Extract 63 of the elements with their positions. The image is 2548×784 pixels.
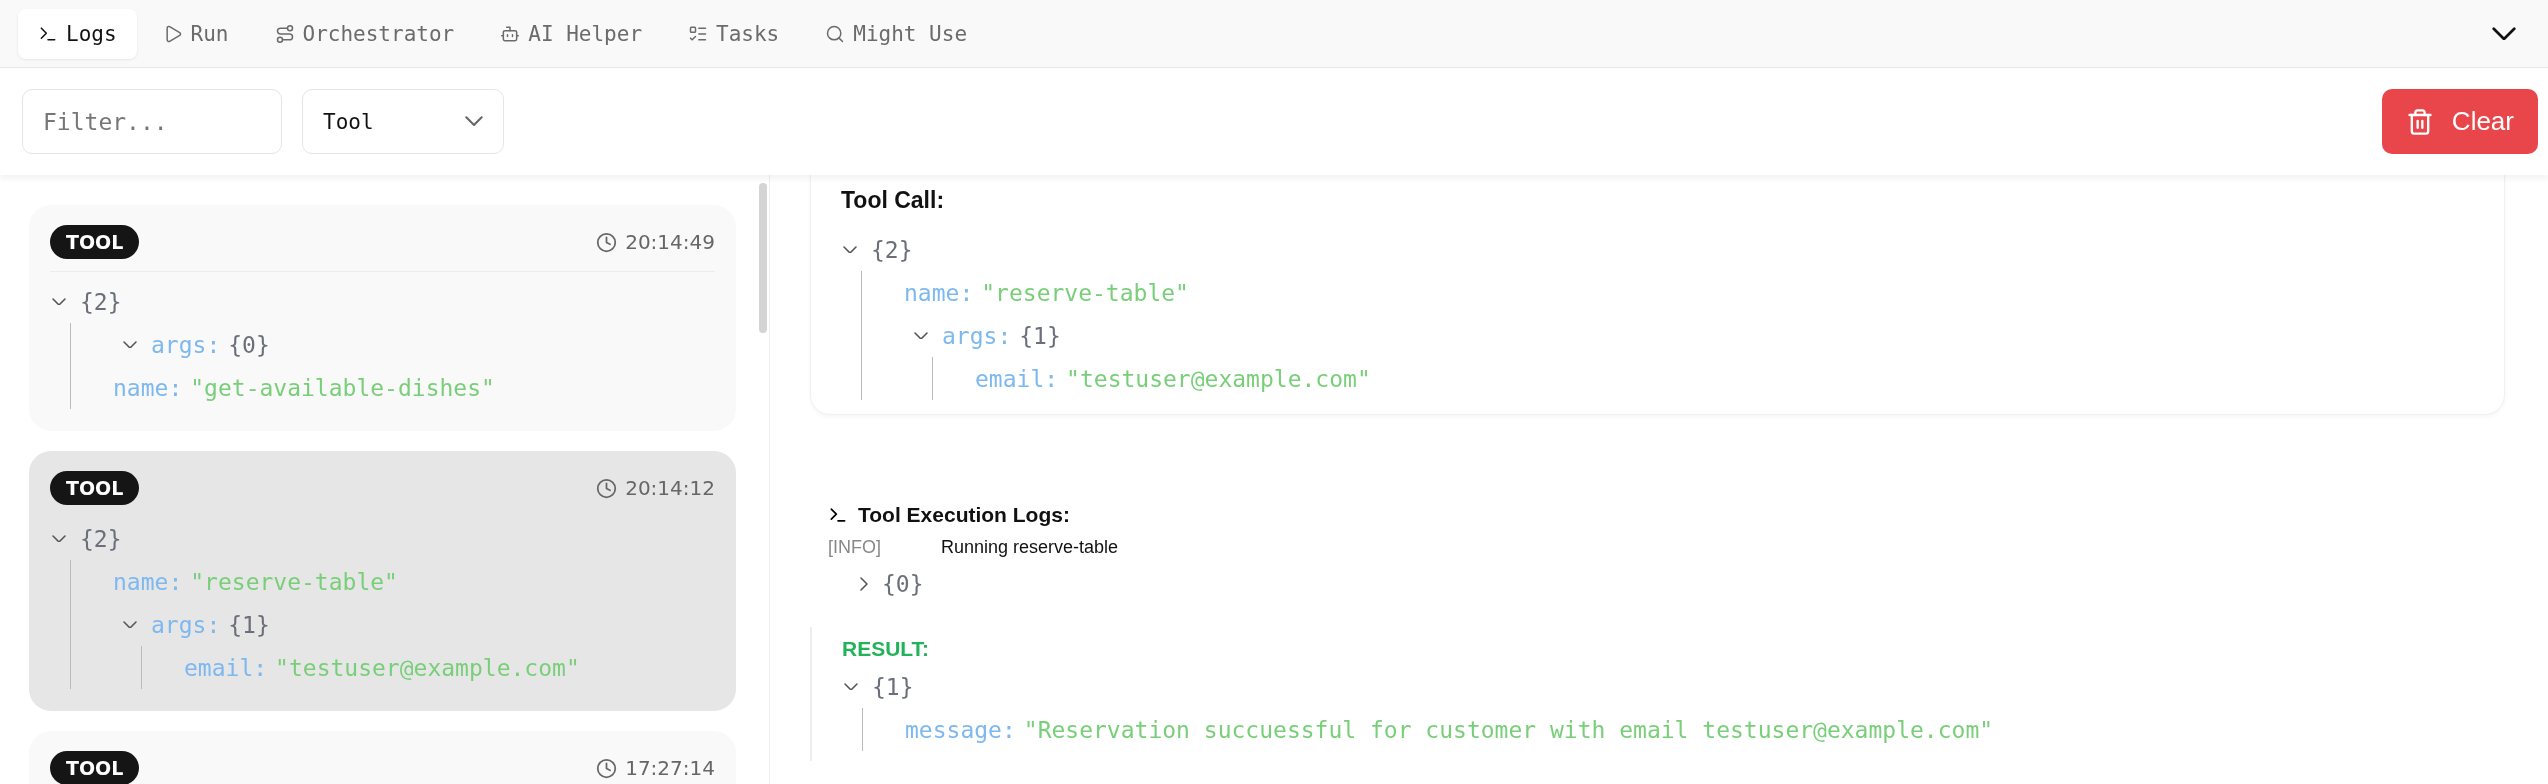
chevron-down-icon[interactable] xyxy=(844,682,858,691)
tab[interactable]: Run xyxy=(142,8,249,59)
json-key: email: xyxy=(184,654,268,681)
json-key: name: xyxy=(113,374,183,401)
chevron-down-icon[interactable] xyxy=(52,534,66,543)
tab[interactable]: AI Helper xyxy=(480,8,663,59)
scrollbar-thumb[interactable] xyxy=(758,183,767,333)
json-key: args: xyxy=(151,611,221,638)
object-count: {1} xyxy=(1019,322,1061,349)
chevron-down-icon xyxy=(465,116,483,127)
tab[interactable]: Logs xyxy=(18,8,137,59)
tab-icon xyxy=(274,23,295,44)
object-count: {1} xyxy=(872,673,914,700)
timestamp: 20:14:12 xyxy=(625,476,715,500)
timestamp: 20:14:49 xyxy=(625,230,715,254)
chevron-right-icon[interactable] xyxy=(860,576,868,591)
log-level: [INFO] xyxy=(828,537,881,558)
type-select[interactable]: Tool xyxy=(302,89,504,154)
clock-icon xyxy=(596,757,618,779)
object-count: {2} xyxy=(871,236,913,263)
clear-button[interactable]: Clear xyxy=(2381,89,2538,154)
chevron-down-icon[interactable] xyxy=(843,245,857,254)
json-string-value: "Reservation succuessful for customer with email testuser@example.com" xyxy=(1023,716,1994,743)
filter-field[interactable]: Filter... xyxy=(22,89,282,154)
json-key: args: xyxy=(942,322,1012,349)
tab[interactable]: Might Use xyxy=(805,8,988,59)
json-key: name: xyxy=(904,279,974,306)
json-key: name: xyxy=(113,568,183,595)
json-string-value: "reserve-table" xyxy=(981,279,1189,306)
log-card[interactable]: TOOL 20:14:12 {2} name: "reserve-table" args: {1} email: "testuser@example.com" xyxy=(29,451,736,711)
timestamp: 17:27:14 xyxy=(625,756,715,780)
log-card[interactable]: TOOL 17:27:14 xyxy=(29,731,736,784)
chevron-down-icon[interactable] xyxy=(52,297,66,306)
chevron-down-icon[interactable] xyxy=(123,340,137,349)
chevron-down-icon[interactable] xyxy=(914,331,928,340)
tool-badge: TOOL xyxy=(50,751,140,784)
object-count: {2} xyxy=(80,525,122,552)
json-key: message: xyxy=(905,716,1016,743)
trash-icon xyxy=(2405,107,2434,136)
section-title: Tool Call: xyxy=(841,186,946,215)
json-string-value: "get-available-dishes" xyxy=(190,374,495,401)
tool-badge: TOOL xyxy=(50,225,140,259)
json-string-value: "testuser@example.com" xyxy=(275,654,580,681)
clock-icon xyxy=(596,477,618,499)
object-count: {0} xyxy=(881,570,924,597)
chevron-down-icon[interactable] xyxy=(123,620,137,629)
json-key: email: xyxy=(975,365,1059,392)
section-title: Tool Execution Logs: xyxy=(858,503,1070,527)
tab-icon xyxy=(825,23,846,44)
result-label: RESULT: xyxy=(842,637,931,662)
tab[interactable]: Orchestrator xyxy=(254,8,475,59)
json-key: args: xyxy=(151,331,221,358)
json-string-value: "testuser@example.com" xyxy=(1066,365,1371,392)
tool-badge: TOOL xyxy=(50,471,140,505)
log-message: Running reserve-table xyxy=(941,537,1119,558)
terminal-icon xyxy=(828,505,848,525)
clock-icon xyxy=(596,231,618,253)
object-count: {0} xyxy=(228,331,270,358)
object-count: {1} xyxy=(228,611,270,638)
object-count: {2} xyxy=(80,288,122,315)
tab[interactable]: Tasks xyxy=(668,8,800,59)
json-string-value: "reserve-table" xyxy=(190,568,398,595)
log-card[interactable]: TOOL 20:14:49 {2} args: {0} name: "get-available-dishes" xyxy=(29,205,736,431)
